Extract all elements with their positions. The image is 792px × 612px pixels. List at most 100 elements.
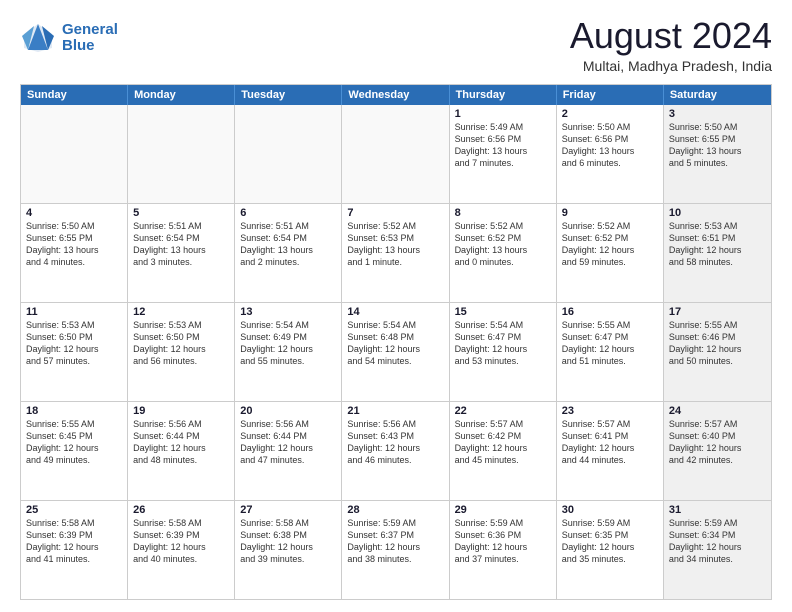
calendar-header: SundayMondayTuesdayWednesdayThursdayFrid…: [21, 85, 771, 105]
day-number: 22: [455, 405, 551, 417]
header: General Blue August 2024 Multai, Madhya …: [20, 16, 772, 74]
day-cell-5: 5Sunrise: 5:51 AM Sunset: 6:54 PM Daylig…: [128, 204, 235, 302]
day-number: 4: [26, 207, 122, 219]
day-cell-30: 30Sunrise: 5:59 AM Sunset: 6:35 PM Dayli…: [557, 501, 664, 599]
day-cell-19: 19Sunrise: 5:56 AM Sunset: 6:44 PM Dayli…: [128, 402, 235, 500]
day-number: 10: [669, 207, 766, 219]
day-number: 12: [133, 306, 229, 318]
day-number: 23: [562, 405, 658, 417]
day-cell-26: 26Sunrise: 5:58 AM Sunset: 6:39 PM Dayli…: [128, 501, 235, 599]
cell-info: Sunrise: 5:50 AM Sunset: 6:55 PM Dayligh…: [669, 121, 766, 170]
cell-info: Sunrise: 5:50 AM Sunset: 6:55 PM Dayligh…: [26, 220, 122, 269]
cell-info: Sunrise: 5:55 AM Sunset: 6:45 PM Dayligh…: [26, 418, 122, 467]
day-cell-1: 1Sunrise: 5:49 AM Sunset: 6:56 PM Daylig…: [450, 105, 557, 203]
page: General Blue August 2024 Multai, Madhya …: [0, 0, 792, 612]
calendar-row-1: 1Sunrise: 5:49 AM Sunset: 6:56 PM Daylig…: [21, 105, 771, 204]
day-number: 26: [133, 504, 229, 516]
logo: General Blue: [20, 20, 118, 56]
header-cell-saturday: Saturday: [664, 85, 771, 105]
cell-info: Sunrise: 5:57 AM Sunset: 6:42 PM Dayligh…: [455, 418, 551, 467]
day-cell-23: 23Sunrise: 5:57 AM Sunset: 6:41 PM Dayli…: [557, 402, 664, 500]
header-cell-friday: Friday: [557, 85, 664, 105]
calendar: SundayMondayTuesdayWednesdayThursdayFrid…: [20, 84, 772, 600]
cell-info: Sunrise: 5:58 AM Sunset: 6:38 PM Dayligh…: [240, 517, 336, 566]
day-cell-4: 4Sunrise: 5:50 AM Sunset: 6:55 PM Daylig…: [21, 204, 128, 302]
day-cell-11: 11Sunrise: 5:53 AM Sunset: 6:50 PM Dayli…: [21, 303, 128, 401]
cell-info: Sunrise: 5:52 AM Sunset: 6:53 PM Dayligh…: [347, 220, 443, 269]
cell-info: Sunrise: 5:51 AM Sunset: 6:54 PM Dayligh…: [133, 220, 229, 269]
day-cell-17: 17Sunrise: 5:55 AM Sunset: 6:46 PM Dayli…: [664, 303, 771, 401]
day-cell-16: 16Sunrise: 5:55 AM Sunset: 6:47 PM Dayli…: [557, 303, 664, 401]
logo-line2: Blue: [62, 37, 95, 54]
title-block: August 2024 Multai, Madhya Pradesh, Indi…: [570, 16, 772, 74]
cell-info: Sunrise: 5:54 AM Sunset: 6:47 PM Dayligh…: [455, 319, 551, 368]
day-number: 27: [240, 504, 336, 516]
day-cell-21: 21Sunrise: 5:56 AM Sunset: 6:43 PM Dayli…: [342, 402, 449, 500]
day-number: 1: [455, 108, 551, 120]
header-cell-wednesday: Wednesday: [342, 85, 449, 105]
day-cell-15: 15Sunrise: 5:54 AM Sunset: 6:47 PM Dayli…: [450, 303, 557, 401]
day-cell-2: 2Sunrise: 5:50 AM Sunset: 6:56 PM Daylig…: [557, 105, 664, 203]
cell-info: Sunrise: 5:56 AM Sunset: 6:43 PM Dayligh…: [347, 418, 443, 467]
day-cell-25: 25Sunrise: 5:58 AM Sunset: 6:39 PM Dayli…: [21, 501, 128, 599]
day-number: 29: [455, 504, 551, 516]
day-cell-12: 12Sunrise: 5:53 AM Sunset: 6:50 PM Dayli…: [128, 303, 235, 401]
day-cell-20: 20Sunrise: 5:56 AM Sunset: 6:44 PM Dayli…: [235, 402, 342, 500]
subtitle: Multai, Madhya Pradesh, India: [570, 58, 772, 74]
day-cell-31: 31Sunrise: 5:59 AM Sunset: 6:34 PM Dayli…: [664, 501, 771, 599]
header-cell-monday: Monday: [128, 85, 235, 105]
day-number: 13: [240, 306, 336, 318]
day-number: 19: [133, 405, 229, 417]
empty-cell-0-2: [235, 105, 342, 203]
cell-info: Sunrise: 5:59 AM Sunset: 6:36 PM Dayligh…: [455, 517, 551, 566]
day-cell-9: 9Sunrise: 5:52 AM Sunset: 6:52 PM Daylig…: [557, 204, 664, 302]
day-cell-13: 13Sunrise: 5:54 AM Sunset: 6:49 PM Dayli…: [235, 303, 342, 401]
day-cell-22: 22Sunrise: 5:57 AM Sunset: 6:42 PM Dayli…: [450, 402, 557, 500]
header-cell-tuesday: Tuesday: [235, 85, 342, 105]
day-cell-29: 29Sunrise: 5:59 AM Sunset: 6:36 PM Dayli…: [450, 501, 557, 599]
day-cell-3: 3Sunrise: 5:50 AM Sunset: 6:55 PM Daylig…: [664, 105, 771, 203]
cell-info: Sunrise: 5:57 AM Sunset: 6:41 PM Dayligh…: [562, 418, 658, 467]
cell-info: Sunrise: 5:57 AM Sunset: 6:40 PM Dayligh…: [669, 418, 766, 467]
main-title: August 2024: [570, 16, 772, 56]
cell-info: Sunrise: 5:59 AM Sunset: 6:34 PM Dayligh…: [669, 517, 766, 566]
day-cell-8: 8Sunrise: 5:52 AM Sunset: 6:52 PM Daylig…: [450, 204, 557, 302]
empty-cell-0-0: [21, 105, 128, 203]
cell-info: Sunrise: 5:49 AM Sunset: 6:56 PM Dayligh…: [455, 121, 551, 170]
day-number: 2: [562, 108, 658, 120]
day-number: 15: [455, 306, 551, 318]
cell-info: Sunrise: 5:53 AM Sunset: 6:50 PM Dayligh…: [133, 319, 229, 368]
cell-info: Sunrise: 5:56 AM Sunset: 6:44 PM Dayligh…: [133, 418, 229, 467]
day-number: 31: [669, 504, 766, 516]
cell-info: Sunrise: 5:59 AM Sunset: 6:37 PM Dayligh…: [347, 517, 443, 566]
calendar-row-3: 11Sunrise: 5:53 AM Sunset: 6:50 PM Dayli…: [21, 303, 771, 402]
cell-info: Sunrise: 5:55 AM Sunset: 6:47 PM Dayligh…: [562, 319, 658, 368]
day-number: 3: [669, 108, 766, 120]
cell-info: Sunrise: 5:58 AM Sunset: 6:39 PM Dayligh…: [26, 517, 122, 566]
calendar-body: 1Sunrise: 5:49 AM Sunset: 6:56 PM Daylig…: [21, 105, 771, 599]
day-number: 14: [347, 306, 443, 318]
day-cell-28: 28Sunrise: 5:59 AM Sunset: 6:37 PM Dayli…: [342, 501, 449, 599]
cell-info: Sunrise: 5:54 AM Sunset: 6:48 PM Dayligh…: [347, 319, 443, 368]
day-number: 28: [347, 504, 443, 516]
empty-cell-0-1: [128, 105, 235, 203]
cell-info: Sunrise: 5:55 AM Sunset: 6:46 PM Dayligh…: [669, 319, 766, 368]
day-cell-14: 14Sunrise: 5:54 AM Sunset: 6:48 PM Dayli…: [342, 303, 449, 401]
logo-text: General Blue: [62, 22, 118, 55]
day-cell-6: 6Sunrise: 5:51 AM Sunset: 6:54 PM Daylig…: [235, 204, 342, 302]
day-number: 11: [26, 306, 122, 318]
day-number: 20: [240, 405, 336, 417]
day-number: 5: [133, 207, 229, 219]
header-cell-thursday: Thursday: [450, 85, 557, 105]
day-number: 6: [240, 207, 336, 219]
cell-info: Sunrise: 5:56 AM Sunset: 6:44 PM Dayligh…: [240, 418, 336, 467]
calendar-row-4: 18Sunrise: 5:55 AM Sunset: 6:45 PM Dayli…: [21, 402, 771, 501]
calendar-row-2: 4Sunrise: 5:50 AM Sunset: 6:55 PM Daylig…: [21, 204, 771, 303]
day-number: 24: [669, 405, 766, 417]
day-cell-24: 24Sunrise: 5:57 AM Sunset: 6:40 PM Dayli…: [664, 402, 771, 500]
cell-info: Sunrise: 5:53 AM Sunset: 6:50 PM Dayligh…: [26, 319, 122, 368]
empty-cell-0-3: [342, 105, 449, 203]
day-number: 17: [669, 306, 766, 318]
day-number: 21: [347, 405, 443, 417]
day-cell-10: 10Sunrise: 5:53 AM Sunset: 6:51 PM Dayli…: [664, 204, 771, 302]
